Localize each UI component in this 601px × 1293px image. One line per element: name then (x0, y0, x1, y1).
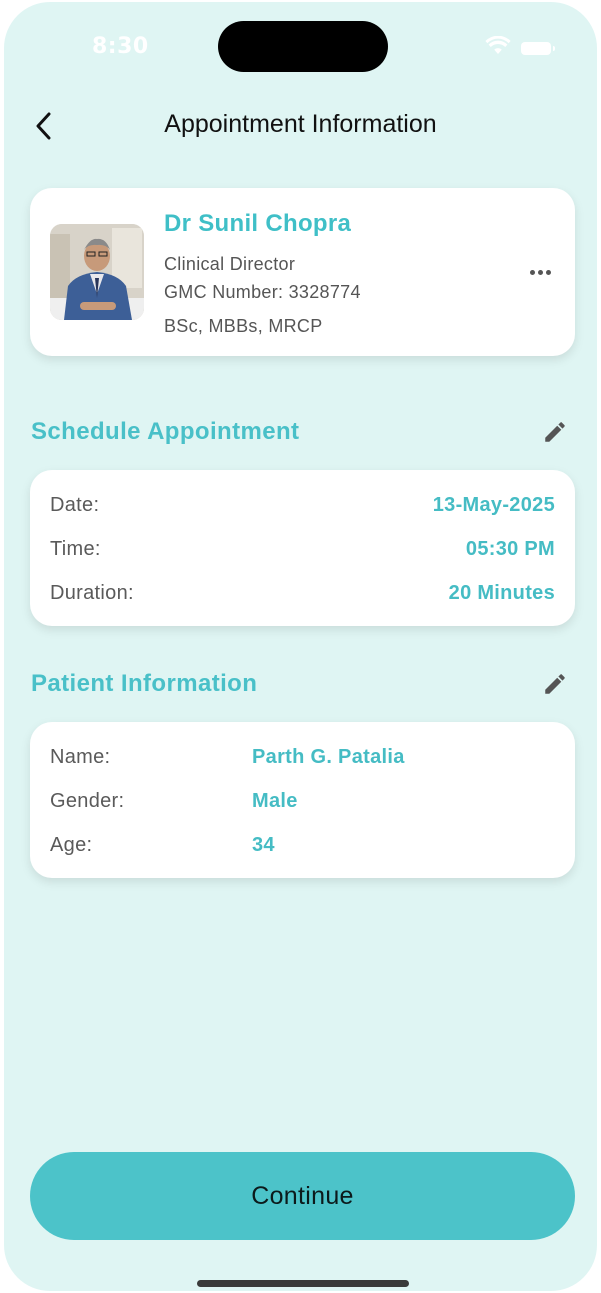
app-screen: 8:30 Appointment Information Dr Sunil Ch… (4, 2, 597, 1291)
name-label: Name: (50, 746, 111, 768)
duration-row: Duration: 20 Minutes (50, 582, 555, 610)
pencil-icon (545, 674, 565, 694)
gender-label: Gender: (50, 790, 125, 812)
gender-row: Gender: Male (50, 790, 555, 818)
page-title: Appointment Information (164, 110, 437, 138)
patient-card: Name: Parth G. Patalia Gender: Male Age:… (30, 722, 575, 878)
pencil-icon (545, 422, 565, 442)
more-options-button[interactable] (523, 260, 557, 284)
doctor-gmc-number: GMC Number: 3328774 (164, 282, 361, 302)
doctor-qualifications: BSc, MBBs, MRCP (164, 316, 323, 336)
dynamic-island (218, 21, 388, 72)
doctor-role: Clinical Director (164, 254, 296, 274)
doctor-card: Dr Sunil Chopra Clinical Director GMC Nu… (30, 188, 575, 356)
more-horizontal-icon (529, 269, 535, 275)
date-value: 13-May-2025 (432, 494, 555, 516)
time-value: 05:30 PM (465, 538, 555, 560)
date-label: Date: (50, 494, 100, 516)
duration-value: 20 Minutes (448, 582, 555, 604)
more-horizontal-icon-dot (545, 269, 551, 275)
schedule-card: Date: 13-May-2025 Time: 05:30 PM Duratio… (30, 470, 575, 626)
time-row: Time: 05:30 PM (50, 538, 555, 566)
time-label: Time: (50, 538, 101, 560)
schedule-section-title: Schedule Appointment (31, 418, 300, 445)
doctor-name: Dr Sunil Chopra (164, 210, 352, 237)
date-row: Date: 13-May-2025 (50, 494, 555, 522)
name-value: Parth G. Patalia (252, 746, 405, 768)
doctor-avatar (50, 224, 144, 320)
status-icons (485, 35, 555, 60)
edit-patient-button[interactable] (539, 668, 571, 700)
age-label: Age: (50, 834, 93, 856)
age-row: Age: 34 (50, 834, 555, 862)
edit-schedule-button[interactable] (539, 416, 571, 448)
age-value: 34 (252, 834, 275, 856)
duration-label: Duration: (50, 582, 134, 604)
battery-icon (521, 41, 555, 55)
name-row: Name: Parth G. Patalia (50, 746, 555, 774)
wifi-icon (485, 35, 511, 60)
status-time: 8:30 (92, 34, 149, 59)
gender-value: Male (252, 790, 298, 812)
continue-button[interactable]: Continue (30, 1152, 575, 1240)
patient-section-title: Patient Information (31, 670, 258, 697)
more-horizontal-icon-dot (537, 269, 543, 275)
home-indicator (197, 1280, 409, 1287)
